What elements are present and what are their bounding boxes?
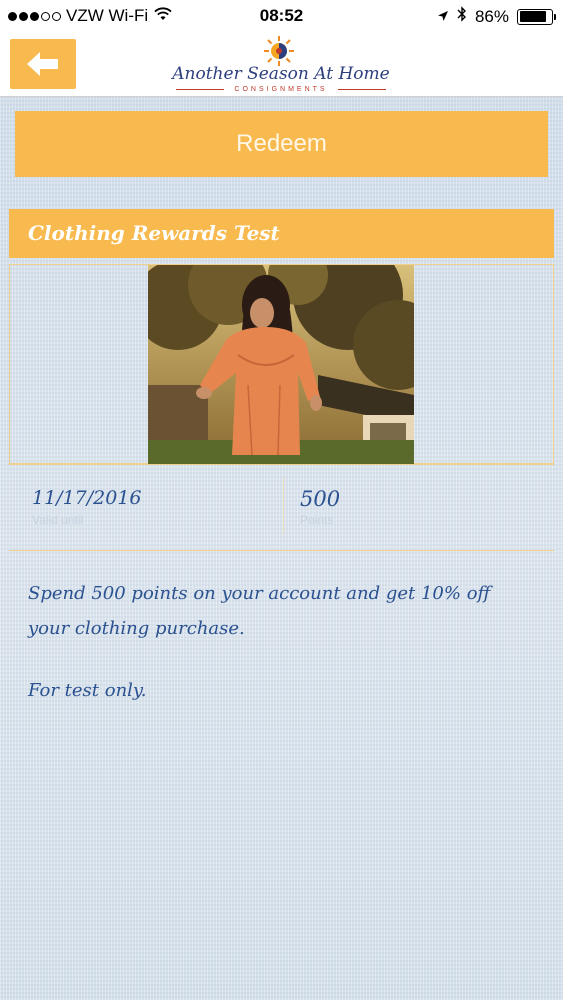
status-right: 86% <box>437 6 556 27</box>
details-divider <box>9 464 554 465</box>
back-arrow-icon <box>27 52 58 76</box>
battery-icon <box>517 8 556 25</box>
details-column-separator <box>283 478 284 534</box>
back-button[interactable] <box>10 39 76 89</box>
location-arrow-icon <box>437 7 449 27</box>
app-header: Another Season At Home CONSIGNMENTS <box>0 34 563 97</box>
reward-note: For test only. <box>28 680 147 701</box>
reward-points: 500 <box>300 487 341 511</box>
brand-logo[interactable]: Another Season At Home CONSIGNMENTS <box>170 34 392 96</box>
details-divider-bottom <box>9 550 554 551</box>
status-bar: VZW Wi-Fi 08:52 86% <box>0 0 563 34</box>
reward-photo <box>148 265 414 464</box>
reward-date-label: Valid until <box>32 513 84 527</box>
logo-wordmark: Another Season At Home <box>172 64 390 84</box>
reward-date: 11/17/2016 <box>32 487 142 509</box>
reward-title: Clothing Rewards Test <box>28 221 280 245</box>
redeem-button[interactable]: Redeem <box>15 111 548 177</box>
logo-rule-right <box>338 89 386 90</box>
reward-description: Spend 500 points on your account and get… <box>28 583 491 639</box>
reward-points-label: Points <box>300 513 334 527</box>
battery-fill <box>519 11 547 22</box>
sun-logo-icon <box>264 36 294 66</box>
battery-percent: 86% <box>474 6 509 26</box>
reward-title-bar: Clothing Rewards Test <box>9 209 554 258</box>
bluetooth-icon <box>457 6 467 27</box>
